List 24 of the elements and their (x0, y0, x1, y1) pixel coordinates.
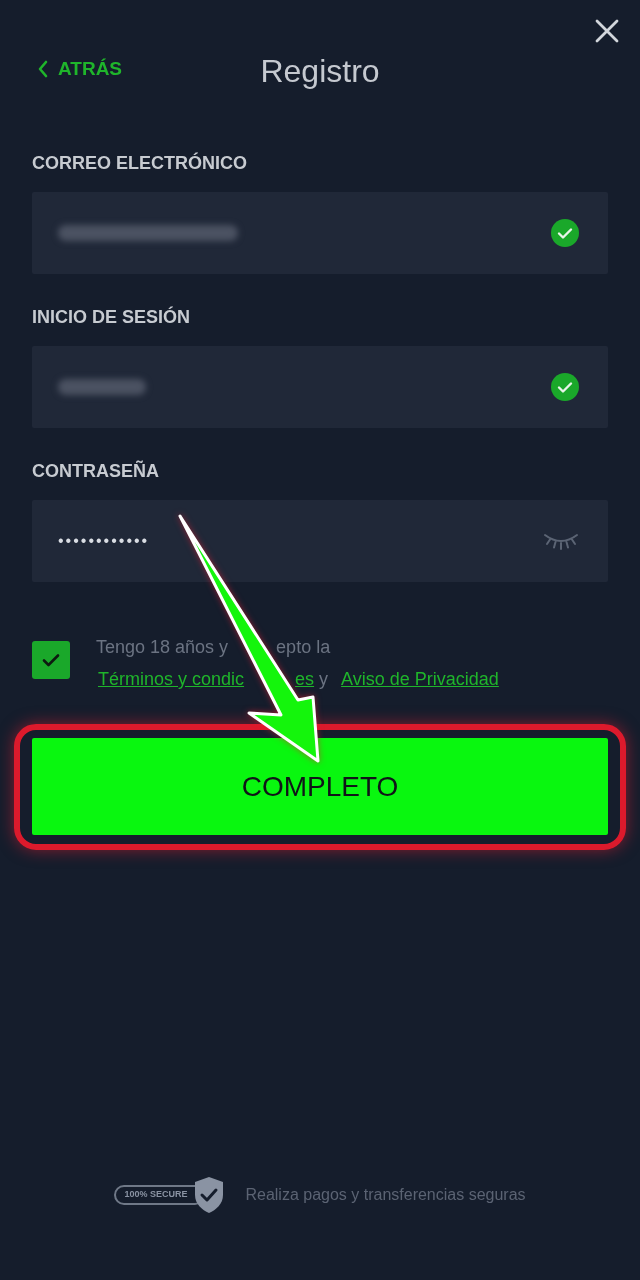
close-button[interactable] (594, 18, 620, 44)
consent-text: y (319, 668, 329, 691)
field-label: INICIO DE SESIÓN (32, 306, 192, 328)
checkmark-icon (42, 653, 60, 667)
privacy-link[interactable]: Aviso de Privacidad (341, 666, 499, 692)
field-label: CORREO ELECTRÓNICO (32, 152, 248, 174)
login-field[interactable] (32, 346, 608, 428)
terms-link[interactable]: es (295, 666, 315, 692)
page-title: Registro (260, 52, 380, 90)
consent-text: Tengo 18 años y (96, 636, 229, 659)
shield-check-icon (193, 1176, 226, 1214)
password-value: •••••••••••• (58, 531, 150, 551)
consent-text: epto la (276, 636, 331, 659)
back-link[interactable]: ATRÁS (38, 58, 123, 80)
chevron-left-icon (38, 60, 48, 78)
password-field[interactable]: •••••••••••• (32, 500, 608, 582)
complete-button[interactable]: COMPLETO (32, 738, 608, 835)
field-label: CONTRASEÑA (32, 460, 160, 482)
eye-closed-icon[interactable] (543, 532, 579, 550)
close-icon (595, 19, 619, 43)
checkbox[interactable] (32, 641, 70, 679)
email-field[interactable] (32, 192, 608, 274)
footer-text: Realiza pagos y transferencias seguras (245, 1185, 526, 1205)
terms-link[interactable]: Términos y condic (98, 666, 245, 692)
